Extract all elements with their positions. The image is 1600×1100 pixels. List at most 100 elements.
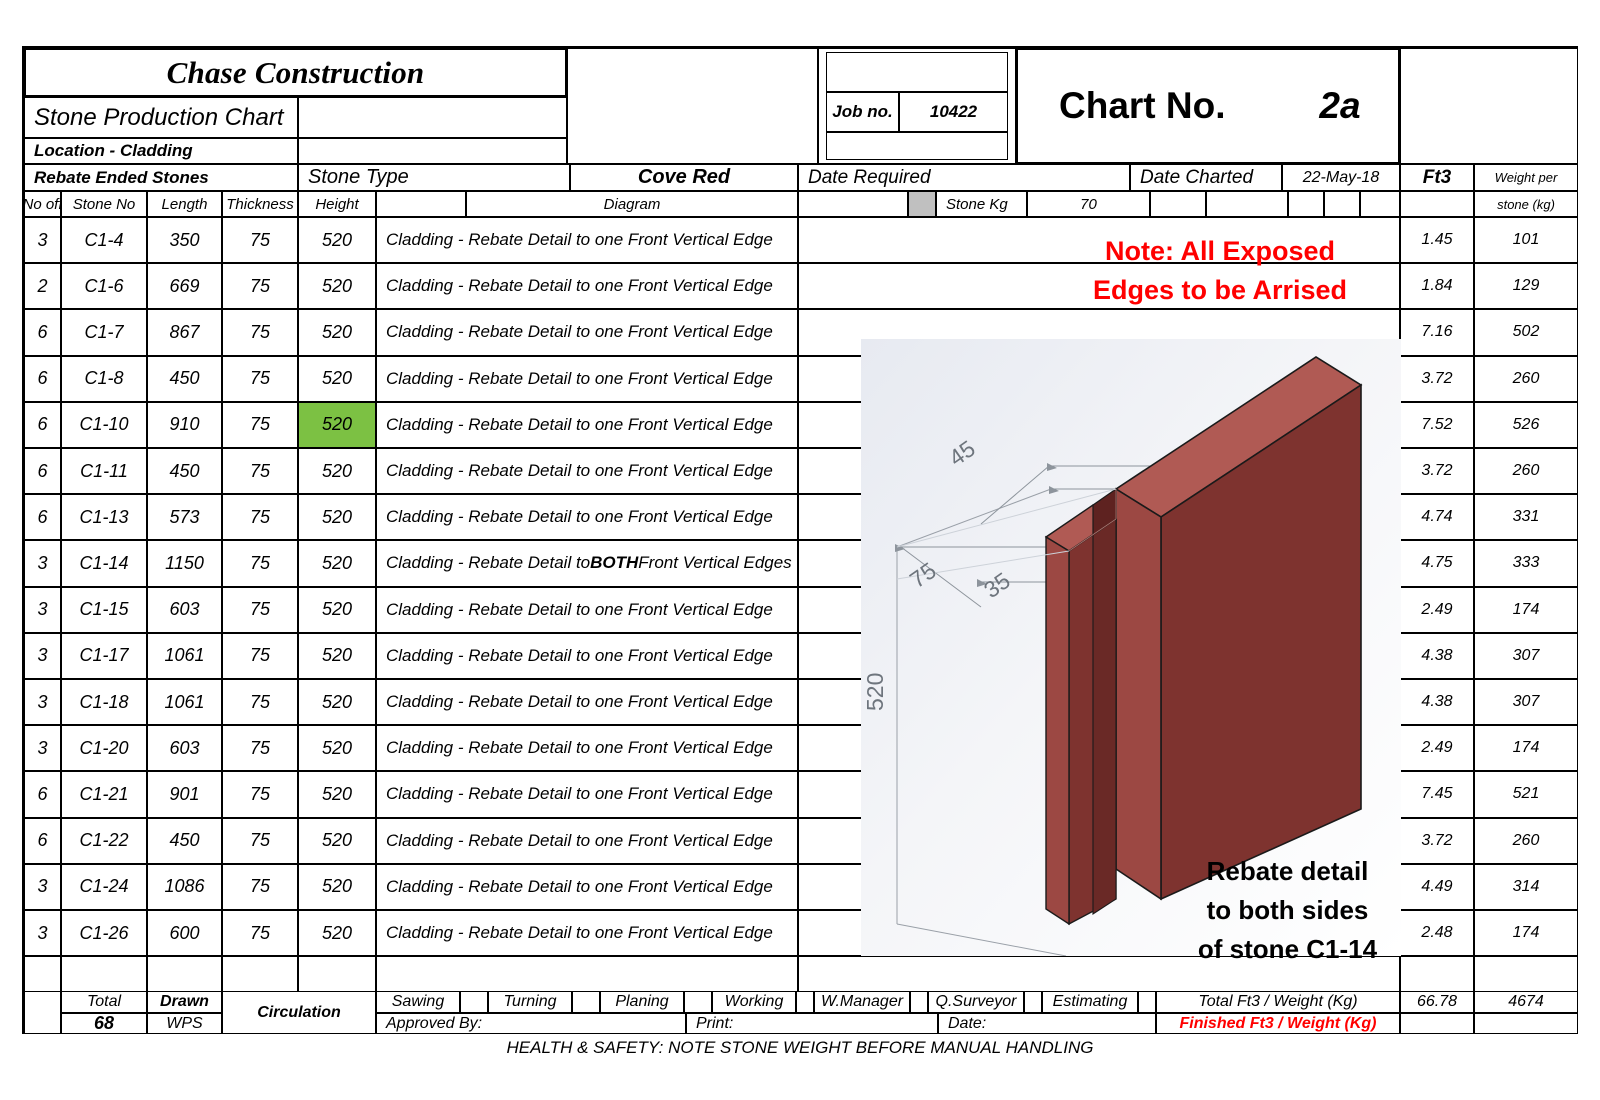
cell-no-off[interactable]: 3 — [24, 725, 61, 772]
cell-stone-no[interactable]: C1-26 — [61, 910, 147, 957]
cell-height[interactable]: 520 — [298, 863, 376, 910]
cell-stone-no[interactable]: C1-21 — [61, 771, 147, 818]
cell-weight[interactable]: 174 — [1474, 586, 1578, 633]
cell-no-off[interactable]: 3 — [24, 217, 61, 264]
cell-no-off[interactable]: 6 — [24, 494, 61, 541]
cell-weight[interactable]: 307 — [1474, 679, 1578, 726]
cell-thickness[interactable]: 75 — [222, 771, 298, 818]
cell-stone-no[interactable]: C1-15 — [61, 586, 147, 633]
footer-date[interactable]: Date: — [938, 1013, 1156, 1034]
cell-no-off[interactable]: 3 — [24, 863, 61, 910]
cell-weight[interactable]: 101 — [1474, 217, 1578, 264]
footer-finished-ft3-value[interactable] — [1400, 1013, 1474, 1034]
cell-description[interactable]: Cladding - Rebate Detail to one Front Ve… — [376, 632, 798, 679]
cell-thickness[interactable]: 75 — [222, 540, 298, 587]
cell-length[interactable]: 603 — [147, 586, 222, 633]
cell-height[interactable]: 520 — [298, 586, 376, 633]
cell-stone-no[interactable]: C1-24 — [61, 863, 147, 910]
stone-type-value[interactable]: Cove Red — [570, 164, 798, 191]
footer-sawing-box[interactable] — [460, 991, 488, 1013]
cell-height[interactable]: 520 — [298, 679, 376, 726]
cell-description[interactable]: Cladding - Rebate Detail to one Front Ve… — [376, 817, 798, 864]
cell-description[interactable]: Cladding - Rebate Detail to one Front Ve… — [376, 401, 798, 448]
cell-thickness[interactable]: 75 — [222, 632, 298, 679]
cell-ft3[interactable]: 2.48 — [1400, 910, 1474, 957]
cell-weight[interactable]: 502 — [1474, 309, 1578, 356]
cell-thickness[interactable]: 75 — [222, 586, 298, 633]
cell-thickness[interactable]: 75 — [222, 217, 298, 264]
footer-planing-box[interactable] — [684, 991, 712, 1013]
job-no-value[interactable]: 10422 — [899, 92, 1008, 132]
cell-thickness[interactable]: 75 — [222, 817, 298, 864]
cell-stone-no[interactable]: C1-13 — [61, 494, 147, 541]
cell-thickness[interactable]: 75 — [222, 401, 298, 448]
cell-weight[interactable]: 333 — [1474, 540, 1578, 587]
cell-no-off[interactable]: 3 — [24, 540, 61, 587]
cell-length[interactable]: 1061 — [147, 679, 222, 726]
cell-weight[interactable]: 521 — [1474, 771, 1578, 818]
cell-no-off[interactable]: 3 — [24, 632, 61, 679]
cell-no-off[interactable]: 3 — [24, 679, 61, 726]
cell-no-off[interactable]: 2 — [24, 263, 61, 310]
cell-height[interactable]: 520 — [298, 263, 376, 310]
stone-kg-value[interactable]: 70 — [1027, 191, 1150, 217]
cell-height[interactable]: 520 — [298, 217, 376, 264]
cell-weight[interactable]: 174 — [1474, 725, 1578, 772]
cell-ft3[interactable]: 3.72 — [1400, 355, 1474, 402]
cell-length[interactable]: 600 — [147, 910, 222, 957]
cell-length[interactable]: 573 — [147, 494, 222, 541]
cell-description[interactable]: Cladding - Rebate Detail to one Front Ve… — [376, 725, 798, 772]
cell-height[interactable]: 520 — [298, 725, 376, 772]
footer-w-manager-box[interactable] — [910, 991, 928, 1013]
cell-stone-no[interactable]: C1-22 — [61, 817, 147, 864]
cell-no-off[interactable]: 6 — [24, 448, 61, 495]
cell-ft3[interactable]: 3.72 — [1400, 448, 1474, 495]
footer-approved-by[interactable]: Approved By: — [376, 1013, 686, 1034]
cell-weight[interactable]: 174 — [1474, 910, 1578, 957]
cell-height[interactable]: 520 — [298, 401, 376, 448]
cell-thickness[interactable]: 75 — [222, 863, 298, 910]
cell-ft3[interactable]: 7.45 — [1400, 771, 1474, 818]
date-charted-value[interactable]: 22-May-18 — [1282, 164, 1400, 191]
cell-height[interactable]: 520 — [298, 355, 376, 402]
cell-length[interactable]: 450 — [147, 817, 222, 864]
cell-description[interactable]: Cladding - Rebate Detail to BOTH Front V… — [376, 540, 798, 587]
cell-ft3[interactable]: 4.75 — [1400, 540, 1474, 587]
cell-weight[interactable]: 314 — [1474, 863, 1578, 910]
cell-ft3[interactable]: 4.38 — [1400, 632, 1474, 679]
cell-stone-no[interactable]: C1-4 — [61, 217, 147, 264]
cell-description[interactable]: Cladding - Rebate Detail to one Front Ve… — [376, 494, 798, 541]
cell-stone-no[interactable]: C1-7 — [61, 309, 147, 356]
cell-stone-no[interactable]: C1-6 — [61, 263, 147, 310]
cell-no-off[interactable]: 6 — [24, 817, 61, 864]
cell-description[interactable]: Cladding - Rebate Detail to one Front Ve… — [376, 863, 798, 910]
cell-description[interactable]: Cladding - Rebate Detail to one Front Ve… — [376, 910, 798, 957]
cell-description[interactable]: Cladding - Rebate Detail to one Front Ve… — [376, 679, 798, 726]
cell-no-off[interactable]: 3 — [24, 586, 61, 633]
cell-weight[interactable]: 526 — [1474, 401, 1578, 448]
cell-weight[interactable]: 331 — [1474, 494, 1578, 541]
footer-q-surveyor-box[interactable] — [1024, 991, 1042, 1013]
cell-length[interactable]: 1061 — [147, 632, 222, 679]
footer-finished-weight-value[interactable] — [1474, 1013, 1578, 1034]
cell-thickness[interactable]: 75 — [222, 448, 298, 495]
cell-no-off[interactable]: 6 — [24, 771, 61, 818]
cell-weight[interactable]: 260 — [1474, 817, 1578, 864]
cell-stone-no[interactable]: C1-14 — [61, 540, 147, 587]
cell-height[interactable]: 520 — [298, 632, 376, 679]
cell-ft3[interactable]: 2.49 — [1400, 725, 1474, 772]
footer-print[interactable]: Print: — [686, 1013, 938, 1034]
cell-no-off[interactable]: 6 — [24, 355, 61, 402]
cell-length[interactable]: 450 — [147, 448, 222, 495]
cell-ft3[interactable]: 3.72 — [1400, 817, 1474, 864]
cell-thickness[interactable]: 75 — [222, 355, 298, 402]
cell-stone-no[interactable]: C1-17 — [61, 632, 147, 679]
cell-weight[interactable]: 260 — [1474, 448, 1578, 495]
cell-thickness[interactable]: 75 — [222, 494, 298, 541]
cell-length[interactable]: 603 — [147, 725, 222, 772]
cell-height[interactable]: 520 — [298, 494, 376, 541]
cell-ft3[interactable]: 4.38 — [1400, 679, 1474, 726]
cell-height[interactable]: 520 — [298, 817, 376, 864]
cell-description[interactable]: Cladding - Rebate Detail to one Front Ve… — [376, 355, 798, 402]
cell-ft3[interactable]: 7.16 — [1400, 309, 1474, 356]
